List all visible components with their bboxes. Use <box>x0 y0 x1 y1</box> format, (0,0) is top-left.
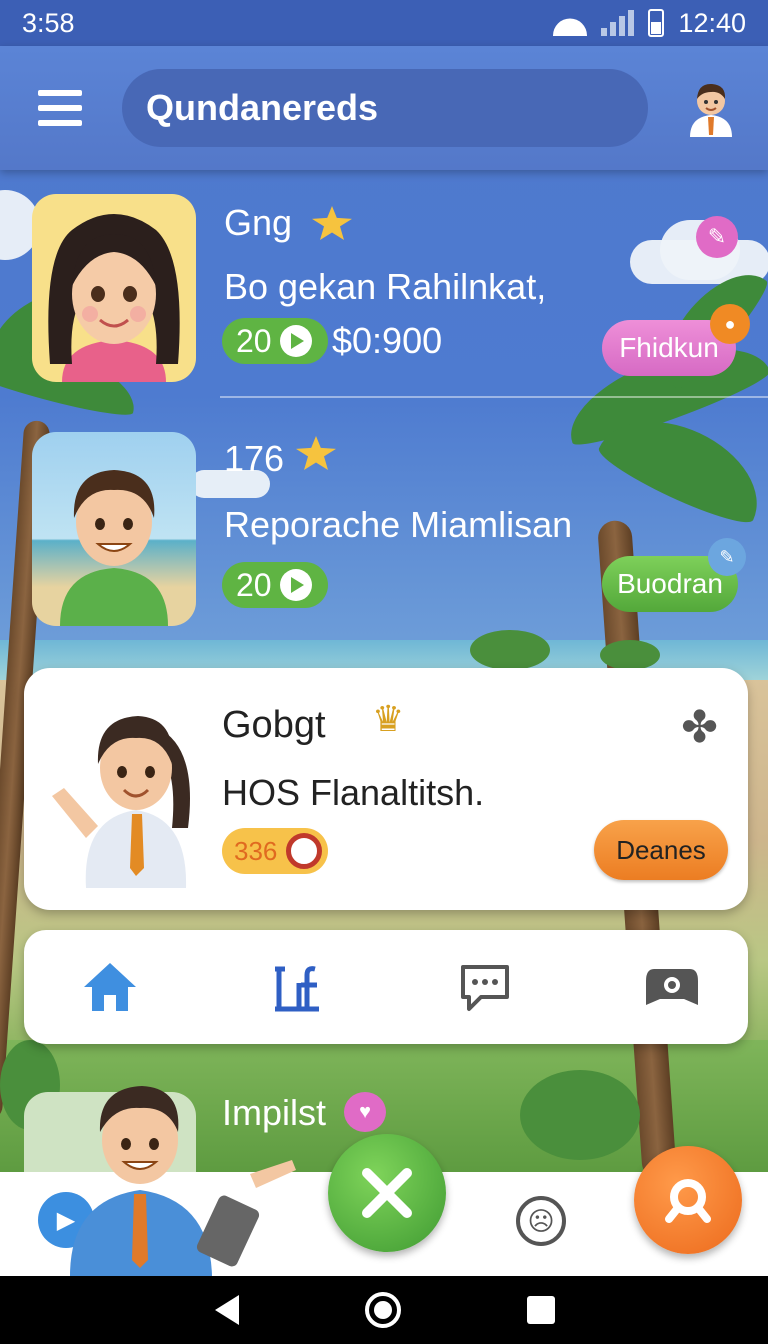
gamepad-icon <box>645 969 698 1005</box>
record-icon <box>286 833 322 869</box>
profile-avatar[interactable] <box>686 79 736 137</box>
feed-row-1-count: 20 <box>236 322 272 359</box>
play-icon <box>279 325 312 357</box>
feed-row-2-count-chip[interactable]: 20 <box>222 562 328 608</box>
row-divider <box>220 396 768 398</box>
card-count-chip[interactable]: 336 <box>222 828 328 874</box>
man-with-phone-illustration <box>70 1086 296 1276</box>
chart-icon <box>275 966 320 1012</box>
system-nav-bar <box>0 1276 768 1344</box>
status-icons: 12:40 <box>553 8 746 39</box>
search-fab[interactable] <box>634 1146 742 1254</box>
heart-icon: ♥ <box>344 1092 386 1132</box>
search-bar[interactable]: Qundanereds <box>122 69 648 147</box>
feed-row-1-subtitle: Bo gekan Rahilnkat, <box>224 266 547 307</box>
feed-row-2-action-label: Buodran <box>617 568 723 599</box>
student-illustration <box>52 716 190 888</box>
menu-icon[interactable] <box>38 90 82 126</box>
card-action-button[interactable]: Deanes <box>594 820 728 880</box>
card-title: Gobgt <box>222 704 326 746</box>
featured-card[interactable]: Gobgt ♛ HOS Flanaltitsh. 336 ✤ Deanes <box>24 668 748 910</box>
card-subtitle: HOS Flanaltitsh. <box>222 772 485 813</box>
feed-row-1[interactable]: Gng Bo gekan Rahilnkat, 20 $0:900 ✎ Fhid… <box>0 170 768 398</box>
close-fab[interactable] <box>328 1134 446 1252</box>
card-action-label: Deanes <box>616 834 706 865</box>
status-time-right: 12:40 <box>678 7 746 38</box>
battery-icon <box>648 9 665 37</box>
boy-avatar <box>32 432 196 626</box>
card-count: 336 <box>234 835 278 866</box>
home-icon <box>84 963 136 1011</box>
tab-messages[interactable] <box>455 957 515 1017</box>
app-bar: Qundanereds <box>0 46 768 170</box>
tab-games[interactable] <box>642 957 702 1017</box>
tab-bar <box>24 930 748 1044</box>
bush <box>520 1070 640 1160</box>
feed-row-1-count-chip[interactable]: 20 <box>222 318 328 364</box>
search-icon <box>665 1179 711 1223</box>
tab-stats[interactable] <box>267 957 327 1017</box>
status-time-left: 3:58 <box>22 7 75 38</box>
feed-row-2-title: 176 <box>224 438 285 479</box>
boy-portrait-icon <box>60 470 168 626</box>
close-icon <box>362 1168 412 1218</box>
tab-home[interactable] <box>80 957 140 1017</box>
woman-avatar <box>32 194 196 382</box>
feed-row-1-title: Gng <box>224 202 293 243</box>
play-icon <box>279 569 312 601</box>
clover-icon[interactable]: ✤ <box>681 706 718 750</box>
chat-icon <box>460 965 509 1011</box>
chat-bubble-icon[interactable]: ✎ <box>696 216 738 258</box>
search-bar-text: Qundanereds <box>146 87 379 128</box>
recents-icon[interactable] <box>525 1294 557 1326</box>
feed-row-1-price: $0:900 <box>332 320 443 361</box>
feed-row-1-action-label: Fhidkun <box>619 332 719 363</box>
feed-row-2-subtitle: Reporache Miamlisan <box>224 504 573 545</box>
sad-face-icon[interactable]: ☹ <box>516 1196 566 1246</box>
wifi-icon <box>553 10 587 36</box>
feed-row-2-count: 20 <box>236 566 272 603</box>
edit-badge-icon: ✎ <box>708 538 746 576</box>
status-bar: 3:58 12:40 <box>0 0 768 46</box>
home-circle-icon[interactable] <box>364 1291 402 1329</box>
star-icon <box>296 436 336 470</box>
woman-portrait-icon <box>48 214 180 382</box>
feed-row-2[interactable]: 176 Reporache Miamlisan 20 Buodran ✎ <box>0 420 768 650</box>
star-icon <box>312 206 352 240</box>
man-avatar-icon <box>690 83 732 137</box>
back-icon[interactable] <box>211 1293 241 1327</box>
signal-icon <box>601 10 635 36</box>
trophy-icon: ♛ <box>372 698 405 739</box>
location-pin-icon: ● <box>710 304 750 344</box>
